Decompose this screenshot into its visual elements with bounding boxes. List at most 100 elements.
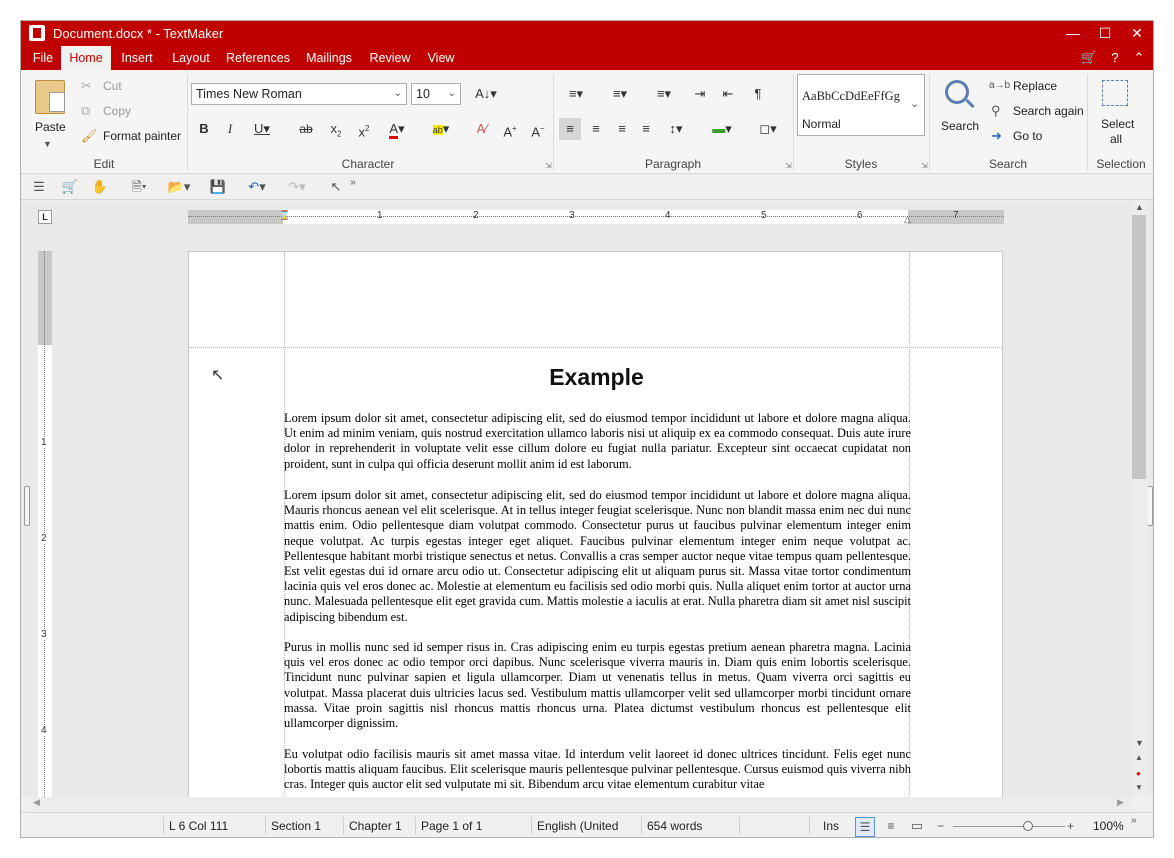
- decrease-indent-icon[interactable]: ⇤: [717, 83, 739, 105]
- copy-button[interactable]: Copy: [103, 104, 131, 118]
- vertical-scrollbar[interactable]: ▲ ▼ ▲ ● ▼: [1131, 201, 1148, 797]
- paragraph-dialog-icon[interactable]: ⇲: [785, 162, 793, 170]
- align-center-button[interactable]: ≡: [585, 118, 607, 140]
- shrink-font-button[interactable]: A−: [527, 118, 549, 140]
- chevron-down-icon[interactable]: ⌄: [910, 97, 919, 110]
- tab-stop-button[interactable]: L: [38, 210, 52, 224]
- horizontal-ruler[interactable]: 1 2 3 4 5 6 7 ⌛ △: [188, 210, 1004, 224]
- style-gallery[interactable]: AaBbCcDdEeFfGg Normal ⌄: [797, 74, 925, 136]
- paragraph[interactable]: Purus in mollis nunc sed id semper risus…: [284, 640, 911, 731]
- multilevel-list-button[interactable]: ≡▾: [647, 83, 681, 105]
- paragraph[interactable]: Lorem ipsum dolor sit amet, consectetur …: [284, 488, 911, 625]
- zoom-out-button[interactable]: −: [937, 819, 944, 833]
- tab-view[interactable]: View: [419, 46, 463, 70]
- search-button[interactable]: Search: [933, 74, 985, 152]
- highlight-button[interactable]: ab▾: [423, 118, 459, 140]
- hamburger-icon[interactable]: ☰: [31, 178, 47, 196]
- new-document-icon[interactable]: 🗎▾: [121, 178, 157, 196]
- styles-dialog-icon[interactable]: ⇲: [921, 162, 929, 170]
- character-dialog-icon[interactable]: ⇲: [545, 162, 553, 170]
- outline-view-button[interactable]: ≡: [881, 817, 901, 837]
- tab-file[interactable]: File: [25, 46, 61, 70]
- document-heading[interactable]: Example: [284, 364, 909, 391]
- scroll-up-icon[interactable]: ▲: [1135, 202, 1144, 212]
- scroll-thumb[interactable]: [1132, 215, 1146, 479]
- tab-insert[interactable]: Insert: [115, 46, 159, 70]
- borders-button[interactable]: ◻▾: [751, 118, 785, 140]
- save-icon[interactable]: 💾: [209, 178, 227, 196]
- select-all-button[interactable]: Select all: [1091, 74, 1151, 154]
- next-page-icon[interactable]: ▼: [1135, 783, 1143, 792]
- tab-mailings[interactable]: Mailings: [297, 46, 361, 70]
- align-left-button[interactable]: ≡: [559, 118, 581, 140]
- replace-button[interactable]: Replace: [1013, 79, 1057, 93]
- right-indent-marker[interactable]: △: [904, 214, 911, 225]
- cart-icon[interactable]: 🛒: [61, 178, 79, 196]
- app-icon[interactable]: [29, 25, 45, 41]
- bold-button[interactable]: B: [193, 118, 215, 140]
- zoom-slider-thumb[interactable]: [1023, 821, 1033, 831]
- previous-page-icon[interactable]: ▲: [1135, 753, 1143, 762]
- paste-button[interactable]: Paste ▼: [29, 74, 73, 150]
- document-page[interactable]: Example Lorem ipsum dolor sit amet, cons…: [188, 251, 1003, 811]
- subscript-button[interactable]: x2: [325, 118, 347, 140]
- go-to-button[interactable]: Go to: [1013, 129, 1042, 143]
- tab-references[interactable]: References: [221, 46, 295, 70]
- overflow-chevron-icon[interactable]: »: [1131, 815, 1137, 826]
- tab-home[interactable]: Home: [61, 46, 111, 70]
- page-view-button[interactable]: ▭: [907, 817, 927, 837]
- overflow-chevron-icon[interactable]: »: [347, 174, 359, 192]
- open-folder-icon[interactable]: 📂▾: [161, 178, 197, 196]
- indent-marker[interactable]: ⌛: [279, 210, 290, 221]
- scroll-down-icon[interactable]: ▼: [1135, 738, 1144, 748]
- grow-font-button[interactable]: A+: [499, 118, 521, 140]
- browse-object-icon[interactable]: ●: [1136, 769, 1141, 778]
- hand-icon[interactable]: ✋: [91, 178, 109, 196]
- line-spacing-button[interactable]: ↕▾: [659, 118, 693, 140]
- shading-button[interactable]: ▬▾: [705, 118, 739, 140]
- superscript-button[interactable]: x2: [353, 118, 375, 140]
- pilcrow-icon[interactable]: ¶: [747, 83, 769, 105]
- increase-indent-icon[interactable]: ⇥: [689, 83, 711, 105]
- format-painter-button[interactable]: Format painter: [103, 129, 181, 143]
- strikethrough-button[interactable]: ab: [295, 118, 317, 140]
- character-group-label: Character: [341, 157, 395, 171]
- redo-icon[interactable]: ↷▾: [279, 178, 315, 196]
- zoom-slider[interactable]: [953, 821, 1065, 831]
- collapse-ribbon-icon[interactable]: ⌃: [1129, 46, 1149, 70]
- cut-button[interactable]: Cut: [103, 79, 122, 93]
- minimize-button[interactable]: —: [1057, 21, 1089, 46]
- paragraph[interactable]: Lorem ipsum dolor sit amet, consectetur …: [284, 411, 911, 472]
- cart-icon[interactable]: 🛒: [1079, 46, 1099, 70]
- tab-review[interactable]: Review: [363, 46, 417, 70]
- language-indicator[interactable]: English (United: [537, 819, 618, 833]
- font-color-button[interactable]: A▾: [379, 118, 415, 140]
- normal-view-button[interactable]: ☰: [855, 817, 875, 837]
- insert-mode[interactable]: Ins: [823, 819, 839, 833]
- scroll-left-icon[interactable]: ◀: [33, 797, 40, 808]
- numbering-button[interactable]: ≡▾: [603, 83, 637, 105]
- clear-format-icon[interactable]: A∕: [471, 118, 493, 140]
- left-panel-handle[interactable]: [24, 486, 30, 526]
- help-icon[interactable]: ?: [1105, 46, 1125, 70]
- font-name-combo[interactable]: Times New Roman ⌄: [191, 83, 407, 105]
- italic-button[interactable]: I: [219, 118, 241, 140]
- bullets-button[interactable]: ≡▾: [559, 83, 593, 105]
- underline-button[interactable]: U▾: [247, 118, 277, 140]
- close-button[interactable]: ✕: [1121, 21, 1153, 46]
- maximize-button[interactable]: ☐: [1089, 21, 1121, 46]
- justify-button[interactable]: ≡: [635, 118, 657, 140]
- search-again-button[interactable]: Search again: [1013, 104, 1084, 118]
- zoom-level[interactable]: 100%: [1093, 819, 1124, 833]
- zoom-in-button[interactable]: +: [1067, 819, 1074, 833]
- paragraph[interactable]: Eu volutpat odio facilisis mauris sit am…: [284, 747, 911, 793]
- align-right-button[interactable]: ≡: [611, 118, 633, 140]
- font-size-combo[interactable]: 10 ⌄: [411, 83, 461, 105]
- pointer-icon[interactable]: ↖: [327, 178, 345, 196]
- scroll-right-icon[interactable]: ▶: [1117, 797, 1124, 808]
- vertical-ruler[interactable]: 1 2 3 4: [38, 251, 52, 797]
- change-case-button[interactable]: A↓▾: [469, 83, 503, 105]
- tab-layout[interactable]: Layout: [163, 46, 219, 70]
- horizontal-scrollbar[interactable]: ◀ ▶: [31, 797, 1131, 811]
- undo-icon[interactable]: ↶▾: [239, 178, 275, 196]
